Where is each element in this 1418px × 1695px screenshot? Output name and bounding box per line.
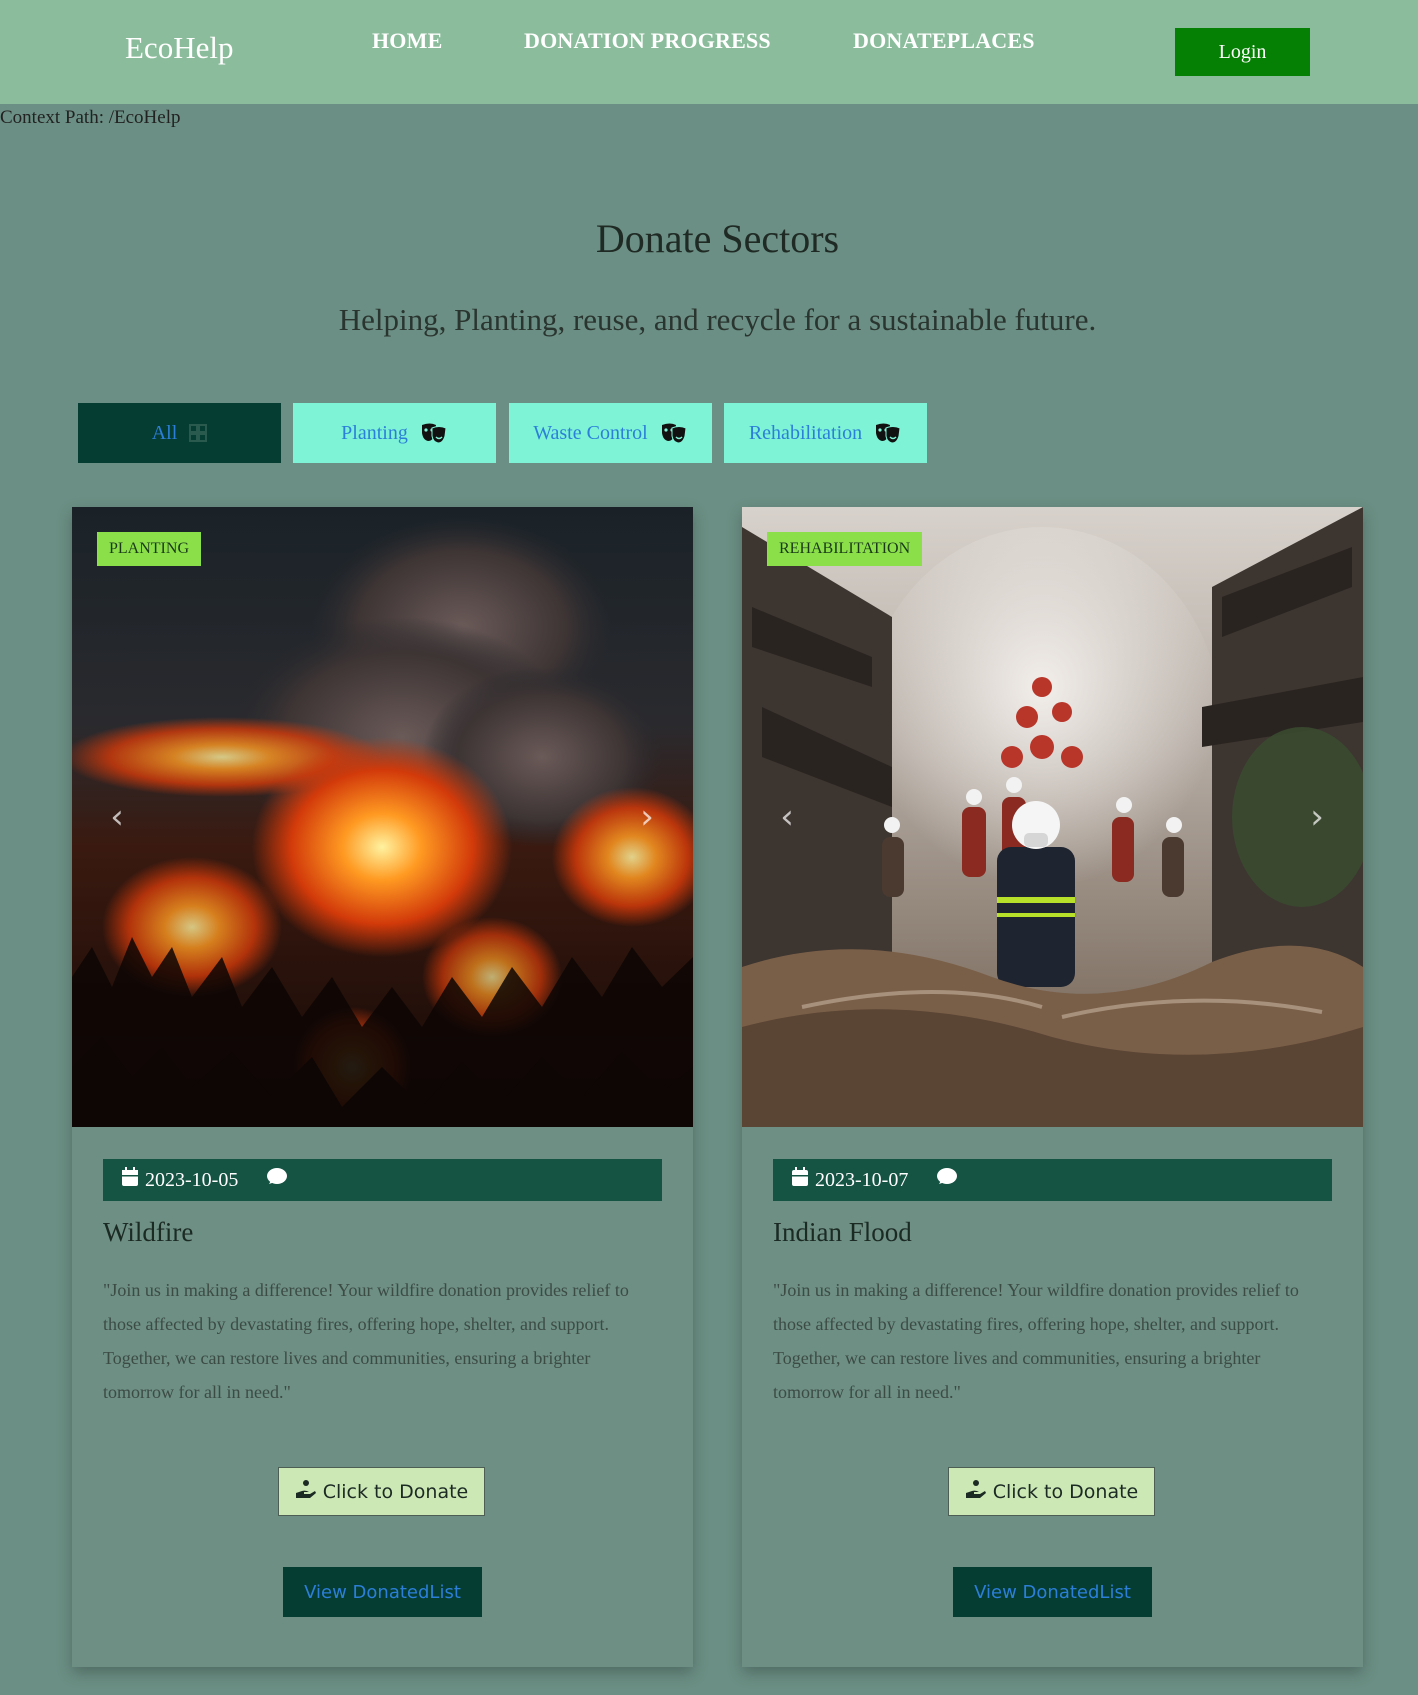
masks-icon <box>420 422 448 444</box>
donate-label: Click to Donate <box>992 1480 1139 1503</box>
masks-icon <box>874 422 902 444</box>
carousel-next-icon[interactable]: › <box>1302 797 1332 837</box>
donate-label: Click to Donate <box>322 1480 469 1503</box>
calendar-icon <box>121 1167 139 1193</box>
card-title: Indian Flood <box>773 1217 912 1247</box>
comment-icon[interactable] <box>266 1167 288 1193</box>
donate-button[interactable]: Click to Donate <box>278 1467 485 1516</box>
section-title: Donate Sectors <box>595 216 840 261</box>
card-meta-bar: 2023-10-07 <box>773 1159 1332 1201</box>
donate-hand-icon <box>965 1479 987 1504</box>
flood-image: REHABILITATION ‹ › <box>742 507 1363 1127</box>
carousel-prev-icon[interactable]: ‹ <box>102 797 132 837</box>
category-tag: PLANTING <box>97 532 201 566</box>
login-button[interactable]: Login <box>1175 28 1310 76</box>
nav-donation-progress[interactable]: DONATION PROGRESS <box>524 28 771 54</box>
carousel-prev-icon[interactable]: ‹ <box>772 797 802 837</box>
category-tag: REHABILITATION <box>767 532 923 566</box>
filter-label: Planting <box>341 421 408 444</box>
card-description: "Join us in making a difference! Your wi… <box>103 1280 629 1402</box>
card-title: Wildfire <box>103 1217 194 1247</box>
masks-icon <box>660 422 688 444</box>
card-meta-bar: 2023-10-05 <box>103 1159 662 1201</box>
view-donated-list-button[interactable]: View DonatedList <box>953 1567 1152 1617</box>
donation-card: PLANTING ‹ › 2023-10-05 Wildfire "Join u… <box>72 507 693 1667</box>
card-date: 2023-10-07 <box>815 1168 909 1191</box>
filter-label: All <box>151 421 178 444</box>
nav-donateplaces[interactable]: DONATEPLACES <box>853 28 1035 54</box>
carousel-next-icon[interactable]: › <box>632 797 662 837</box>
filter-planting[interactable]: Planting <box>293 403 496 463</box>
comment-icon[interactable] <box>936 1167 958 1193</box>
filter-label: Waste Control <box>533 421 648 444</box>
filter-rehabilitation[interactable]: Rehabilitation <box>724 403 927 463</box>
card-date: 2023-10-05 <box>145 1168 239 1191</box>
brand-logo[interactable]: EcoHelp <box>125 30 233 66</box>
context-path: Context Path: /EcoHelp <box>0 107 181 128</box>
donate-hand-icon <box>295 1479 317 1504</box>
filter-waste-control[interactable]: Waste Control <box>509 403 712 463</box>
filter-all[interactable]: All <box>78 403 281 463</box>
wildfire-image: PLANTING ‹ › <box>72 507 693 1127</box>
filter-label: Rehabilitation <box>748 421 863 444</box>
card-description: "Join us in making a difference! Your wi… <box>773 1280 1299 1402</box>
calendar-icon <box>791 1167 809 1193</box>
section-subtitle: Helping, Planting, reuse, and recycle fo… <box>338 302 1097 337</box>
grid-icon <box>189 424 208 442</box>
nav-home[interactable]: HOME <box>372 28 442 54</box>
donation-card: REHABILITATION ‹ › 2023-10-07 Indian Flo… <box>742 507 1363 1667</box>
navbar: EcoHelp HOME DONATION PROGRESS DONATEPLA… <box>0 0 1418 104</box>
view-donated-list-button[interactable]: View DonatedList <box>283 1567 482 1617</box>
donate-button[interactable]: Click to Donate <box>948 1467 1155 1516</box>
